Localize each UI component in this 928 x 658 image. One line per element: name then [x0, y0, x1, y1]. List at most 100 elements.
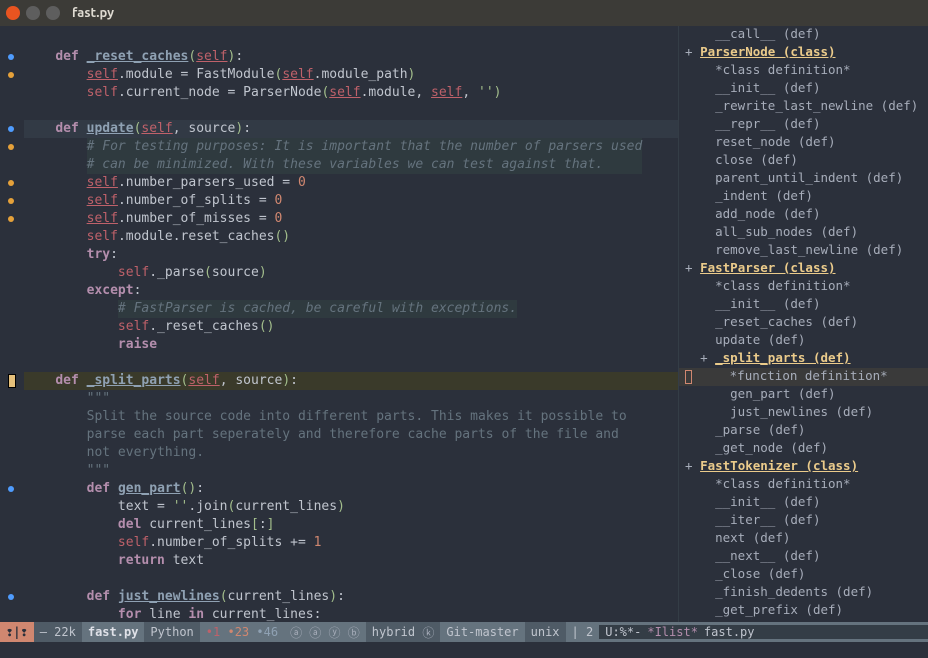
- outline-item[interactable]: __next__ (def): [679, 548, 928, 566]
- gutter: [0, 26, 22, 622]
- sb-file: fast.py: [82, 622, 145, 642]
- outline-item[interactable]: remove_last_newline (def): [679, 242, 928, 260]
- outline-item[interactable]: __call__ (def): [679, 26, 928, 44]
- gutter-mark: [0, 138, 22, 156]
- editor-pane[interactable]: def _reset_caches(self): self.module = F…: [0, 26, 678, 622]
- outline-item[interactable]: __iter__ (def): [679, 512, 928, 530]
- code-line[interactable]: not everything.: [24, 444, 678, 462]
- code-line[interactable]: def update(self, source):: [24, 120, 678, 138]
- gutter-mark: [0, 372, 22, 390]
- outline-item[interactable]: parent_until_indent (def): [679, 170, 928, 188]
- outline-item[interactable]: gen_part (def): [679, 386, 928, 404]
- outline-item[interactable]: close (def): [679, 152, 928, 170]
- outline-item[interactable]: reset_node (def): [679, 134, 928, 152]
- outline-item[interactable]: __init__ (def): [679, 80, 928, 98]
- gutter-mark: [0, 480, 22, 498]
- sb-diagnostics: •1 •23 •46: [200, 622, 284, 642]
- outline-item[interactable]: *function definition*: [679, 368, 928, 386]
- code-line[interactable]: self.number_of_splits = 0: [24, 192, 678, 210]
- outline-item[interactable]: + FastTokenizer (class): [679, 458, 928, 476]
- outline-item[interactable]: all_sub_nodes (def): [679, 224, 928, 242]
- code-line[interactable]: self._reset_caches(): [24, 318, 678, 336]
- code-line[interactable]: """: [24, 462, 678, 480]
- gutter-mark: [0, 282, 22, 300]
- outline-item[interactable]: __init__ (def): [679, 494, 928, 512]
- gutter-mark: [0, 318, 22, 336]
- outline-item[interactable]: + _split_parts (def): [679, 350, 928, 368]
- code-line[interactable]: self.current_node = ParserNode(self.modu…: [24, 84, 678, 102]
- code-line[interactable]: raise: [24, 336, 678, 354]
- code-line[interactable]: def gen_part():: [24, 480, 678, 498]
- outline-item[interactable]: _get_node (def): [679, 440, 928, 458]
- outline-item[interactable]: *class definition*: [679, 278, 928, 296]
- sb-lang: Python: [144, 622, 199, 642]
- gutter-mark: [0, 390, 22, 408]
- minibuffer[interactable]: [0, 642, 928, 658]
- outline-item[interactable]: __init__ (def): [679, 296, 928, 314]
- code-line[interactable]: """: [24, 390, 678, 408]
- outline-item[interactable]: _reset_caches (def): [679, 314, 928, 332]
- outline-item[interactable]: *class definition*: [679, 476, 928, 494]
- code-line[interactable]: Split the source code into different par…: [24, 408, 678, 426]
- outline-item[interactable]: *class definition*: [679, 62, 928, 80]
- code-line[interactable]: [24, 102, 678, 120]
- sb-pos: | 2: [566, 622, 600, 642]
- gutter-mark: [0, 300, 22, 318]
- code-line[interactable]: return text: [24, 552, 678, 570]
- code-line[interactable]: # can be minimized. With these variables…: [24, 156, 678, 174]
- gutter-mark: [0, 570, 22, 588]
- gutter-mark: [0, 354, 22, 372]
- code-line[interactable]: [24, 354, 678, 372]
- outline-item[interactable]: + FastParser (class): [679, 260, 928, 278]
- code-line[interactable]: self.number_parsers_used = 0: [24, 174, 678, 192]
- gutter-mark: [0, 534, 22, 552]
- window-title: fast.py: [72, 6, 114, 20]
- outline-item[interactable]: update (def): [679, 332, 928, 350]
- code-line[interactable]: except:: [24, 282, 678, 300]
- outline-item[interactable]: _get_prefix (def): [679, 602, 928, 620]
- outline-item[interactable]: _rewrite_last_newline (def): [679, 98, 928, 116]
- gutter-mark: [0, 84, 22, 102]
- code-line[interactable]: del current_lines[:]: [24, 516, 678, 534]
- outline-item[interactable]: __repr__ (def): [679, 116, 928, 134]
- maximize-icon[interactable]: [46, 6, 60, 20]
- code-line[interactable]: try:: [24, 246, 678, 264]
- code-line[interactable]: [24, 570, 678, 588]
- sb-right: U:%*- *Ilist* fast.py: [599, 625, 928, 639]
- outline-item[interactable]: _finish_dedents (def): [679, 584, 928, 602]
- code-line[interactable]: self.module = FastModule(self.module_pat…: [24, 66, 678, 84]
- code-line[interactable]: for line in current_lines:: [24, 606, 678, 622]
- gutter-mark: [0, 408, 22, 426]
- code-line[interactable]: def _reset_caches(self):: [24, 48, 678, 66]
- code-line[interactable]: parse each part seperately and therefore…: [24, 426, 678, 444]
- code-line[interactable]: # FastParser is cached, be careful with …: [24, 300, 678, 318]
- code-line[interactable]: self.number_of_misses = 0: [24, 210, 678, 228]
- gutter-mark: [0, 444, 22, 462]
- outline-item[interactable]: next (def): [679, 530, 928, 548]
- gutter-mark: [0, 192, 22, 210]
- code-line[interactable]: self.module.reset_caches(): [24, 228, 678, 246]
- code[interactable]: def _reset_caches(self): self.module = F…: [22, 26, 678, 622]
- gutter-mark: [0, 264, 22, 282]
- code-line[interactable]: [24, 30, 678, 48]
- code-line[interactable]: self._parse(source): [24, 264, 678, 282]
- outline-pane[interactable]: __call__ (def)+ ParserNode (class) *clas…: [678, 26, 928, 622]
- minimize-icon[interactable]: [26, 6, 40, 20]
- outline-item[interactable]: + ParserNode (class): [679, 44, 928, 62]
- outline-item[interactable]: just_newlines (def): [679, 404, 928, 422]
- outline-item[interactable]: add_node (def): [679, 206, 928, 224]
- outline-item[interactable]: _parse (def): [679, 422, 928, 440]
- close-icon[interactable]: [6, 6, 20, 20]
- code-line[interactable]: text = ''.join(current_lines): [24, 498, 678, 516]
- gutter-mark: [0, 228, 22, 246]
- gutter-mark: [0, 120, 22, 138]
- titlebar: fast.py: [0, 0, 928, 26]
- gutter-mark: [0, 426, 22, 444]
- code-line[interactable]: def just_newlines(current_lines):: [24, 588, 678, 606]
- code-line[interactable]: def _split_parts(self, source):: [24, 372, 678, 390]
- outline-item[interactable]: _close (def): [679, 566, 928, 584]
- code-line[interactable]: self.number_of_splits += 1: [24, 534, 678, 552]
- sb-hybrid: hybrid ⓚ: [366, 622, 441, 642]
- outline-item[interactable]: _indent (def): [679, 188, 928, 206]
- code-line[interactable]: # For testing purposes: It is important …: [24, 138, 678, 156]
